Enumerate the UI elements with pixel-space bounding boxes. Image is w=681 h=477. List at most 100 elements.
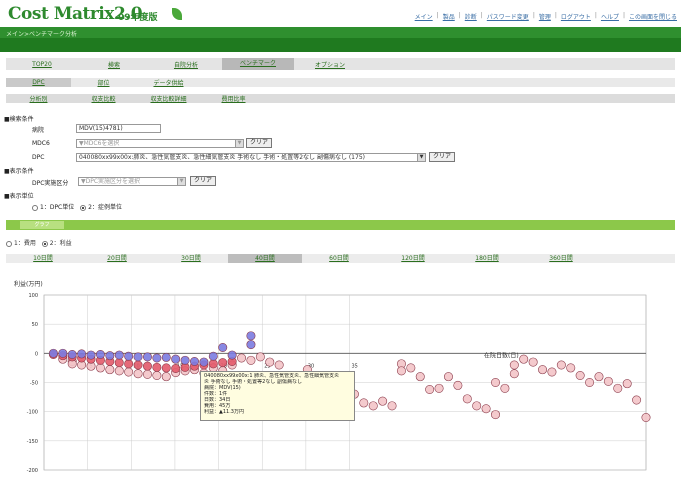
data-point <box>142 361 152 371</box>
link-password[interactable]: パスワード変更 <box>487 12 529 21</box>
data-point <box>462 394 472 404</box>
mode-profit-radio[interactable] <box>41 240 48 247</box>
breadcrumb-bar: メイン>ベンチマーク分析 <box>0 27 681 38</box>
data-point <box>218 343 228 353</box>
tab-top20[interactable]: TOP20 <box>6 61 78 68</box>
data-point <box>105 365 115 375</box>
dpc-type-clear-button[interactable]: クリア <box>190 176 217 186</box>
tab-balance-compare[interactable]: 収支比較 <box>71 94 136 103</box>
tab-search[interactable]: 検索 <box>78 60 150 69</box>
dpc-type-label: DPC実施区分 <box>32 180 69 187</box>
mdc-clear-button[interactable]: クリア <box>246 138 273 148</box>
data-point <box>594 372 604 382</box>
sub-nav: DPC 部位 データ供給 <box>6 78 675 87</box>
unit-dpc-radio[interactable] <box>32 204 38 211</box>
link-main[interactable]: メイン <box>415 12 433 21</box>
data-point <box>387 401 397 411</box>
app-edition: 09年度版 <box>118 13 158 23</box>
data-point <box>632 395 642 405</box>
tab-data-supply[interactable]: データ供給 <box>136 78 201 87</box>
data-point <box>161 363 171 373</box>
data-point <box>58 348 68 358</box>
data-point <box>227 350 237 360</box>
range-40-tab[interactable]: 40日間 <box>228 254 302 263</box>
graph-tab[interactable]: グラフ <box>20 221 64 229</box>
range-360-tab[interactable]: 360日間 <box>524 254 598 263</box>
link-help[interactable]: ヘルプ <box>601 12 619 21</box>
data-point <box>237 353 247 363</box>
data-point <box>152 362 162 372</box>
range-tabs: 10日間 20日間 30日間 40日間 60日間 120日間 180日間 360… <box>6 254 675 263</box>
y-tick-label: -200 <box>27 468 38 474</box>
mode-profit-label: 2：利益 <box>49 240 72 247</box>
tab-balance-detail[interactable]: 収支比較詳細 <box>136 94 201 103</box>
data-point <box>114 366 124 376</box>
dpc-type-select-value: ▼DPC実施区分を選択 <box>81 178 141 185</box>
mdc-select[interactable]: ▼MDC6を選択 ▼ <box>76 139 244 148</box>
data-point <box>152 353 162 363</box>
tab-benchmark[interactable]: ベンチマーク <box>222 58 294 70</box>
app-header: Cost Matrix2.0 09年度版 メイン | 製品 | 診断 | パスワード変… <box>0 0 681 27</box>
data-point <box>443 372 453 382</box>
mode-cost-radio[interactable] <box>6 240 12 247</box>
data-point <box>161 352 171 362</box>
data-point <box>114 350 124 360</box>
data-point <box>481 404 491 414</box>
data-point <box>161 372 171 382</box>
y-tick-label: 0 <box>35 351 38 357</box>
link-logout[interactable]: ログアウト <box>561 12 591 21</box>
main-nav: TOP20 検索 自院分析 ベンチマーク オプション <box>6 58 675 70</box>
data-point <box>142 369 152 379</box>
data-point <box>585 378 595 388</box>
dpc-type-select[interactable]: ▼DPC実施区分を選択 ▼ <box>78 177 186 186</box>
range-120-tab[interactable]: 120日間 <box>376 254 450 263</box>
range-180-tab[interactable]: 180日間 <box>450 254 524 263</box>
tab-by-analysis[interactable]: 分析別 <box>6 94 71 103</box>
hospital-label: 病院 <box>32 127 45 134</box>
data-point <box>500 383 510 393</box>
data-point <box>425 385 435 395</box>
data-point <box>171 364 181 374</box>
range-20-tab[interactable]: 20日間 <box>80 254 154 263</box>
display-conditions-heading: ■表示条件 <box>4 168 34 175</box>
tab-self-analysis[interactable]: 自院分析 <box>150 60 222 69</box>
data-point <box>453 380 463 390</box>
mdc-select-value: ▼MDC6を選択 <box>79 140 120 147</box>
dpc-select[interactable]: 040080xx99x00x:肺炎、急性気管支炎、急性細気管支炎 手術なし 手術… <box>76 153 426 162</box>
tab-cost-ratio[interactable]: 費用比率 <box>201 94 266 103</box>
data-point <box>396 366 406 376</box>
data-point <box>509 360 519 370</box>
range-30-tab[interactable]: 30日間 <box>154 254 228 263</box>
data-point <box>105 351 115 361</box>
range-10-tab[interactable]: 10日間 <box>6 254 80 263</box>
tab-site[interactable]: 部位 <box>71 78 136 87</box>
data-point <box>142 352 152 362</box>
data-point <box>95 350 105 360</box>
graph-strip: グラフ <box>6 220 675 230</box>
data-point <box>246 355 256 365</box>
dpc-clear-button[interactable]: クリア <box>429 152 456 162</box>
data-point <box>95 363 105 373</box>
link-product[interactable]: 製品 <box>443 12 455 21</box>
mdc-label: MDC6 <box>32 140 50 147</box>
data-point <box>641 413 651 423</box>
display-unit-options: 1：DPC単位 2：症例単位 <box>32 202 122 211</box>
data-point <box>622 379 632 389</box>
tab-dpc[interactable]: DPC <box>6 78 71 87</box>
data-point <box>575 371 585 381</box>
unit-case-radio[interactable] <box>80 204 87 211</box>
data-point <box>509 369 519 379</box>
data-point <box>415 372 425 382</box>
data-point <box>208 359 218 369</box>
data-point <box>255 352 265 362</box>
hospital-input[interactable]: MDV(15)4781) <box>76 124 161 133</box>
link-admin[interactable]: 管理 <box>539 12 551 21</box>
data-point <box>133 360 143 370</box>
range-60-tab[interactable]: 60日間 <box>302 254 376 263</box>
data-point <box>613 383 623 393</box>
link-diagnosis[interactable]: 診断 <box>465 12 477 21</box>
chevron-down-icon: ▼ <box>417 154 425 161</box>
link-close[interactable]: この画面を閉じる <box>629 12 677 21</box>
data-point <box>406 363 416 373</box>
tab-options[interactable]: オプション <box>294 60 366 69</box>
